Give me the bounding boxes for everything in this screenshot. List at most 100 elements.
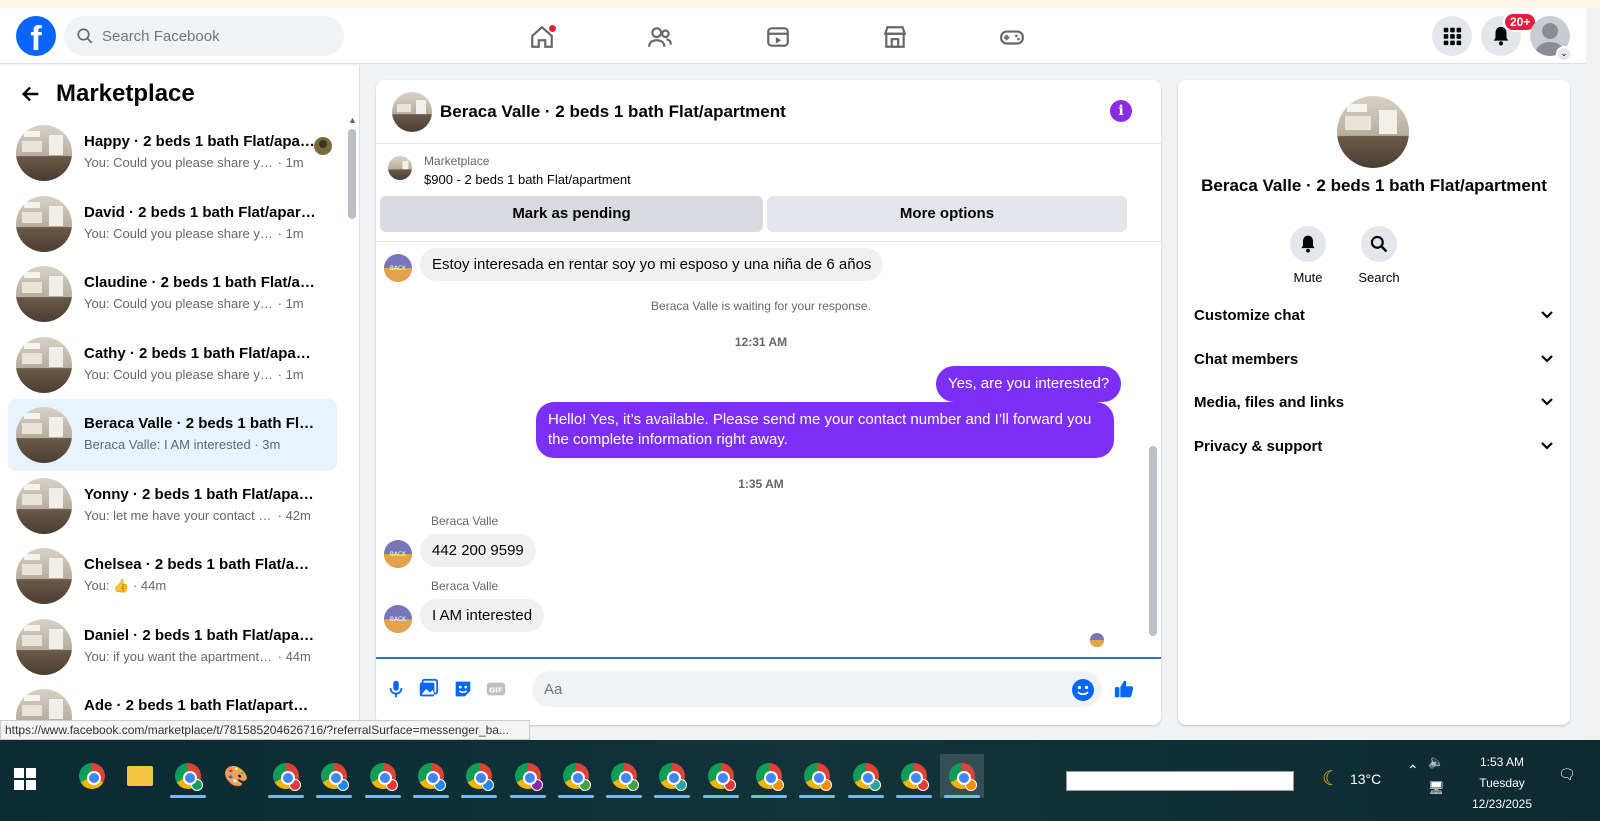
scrollbar-thumb[interactable] — [1149, 446, 1157, 636]
search-box[interactable] — [64, 16, 344, 56]
chrome-profile-taskbar-icon[interactable] — [409, 754, 453, 798]
chrome-profile-taskbar-icon[interactable] — [602, 754, 646, 798]
sticker-button[interactable] — [451, 677, 475, 701]
chrome-profile-taskbar-icon[interactable] — [312, 754, 356, 798]
notification-center-icon[interactable]: 🗨 — [1558, 766, 1576, 783]
message-scrollbar[interactable] — [1149, 246, 1157, 656]
conversation-item[interactable]: Happy · 2 beds 1 bath Flat/apartment You:… — [8, 117, 337, 189]
notifications-button[interactable]: 20+ — [1481, 12, 1538, 56]
listing-price[interactable]: $900 - 2 beds 1 bath Flat/apartment — [424, 172, 631, 187]
conversation-item[interactable]: Ade · 2 beds 1 bath Flat/apartmentYou: C… — [8, 681, 337, 725]
conversation-preview-line: You: 👍 · 44m — [84, 578, 166, 594]
message-incoming[interactable]: I AM interested — [420, 599, 545, 632]
microphone-button[interactable] — [384, 677, 408, 701]
more-options-button[interactable]: More options — [767, 196, 1127, 232]
sidebar-scrollbar[interactable]: ▲ — [348, 115, 357, 725]
chrome-profile-taskbar-icon[interactable] — [554, 754, 598, 798]
conversation-item[interactable]: Beraca Valle · 2 beds 1 bath Flat/apartm… — [8, 399, 337, 471]
chrome-taskbar-icon[interactable] — [70, 754, 114, 798]
conversation-preview: You: if you want the apartment le... — [84, 648, 274, 664]
chrome-profile-taskbar-icon[interactable] — [361, 754, 405, 798]
listing-thumbnail[interactable] — [388, 156, 412, 180]
weather-temperature: 13°C — [1349, 770, 1382, 787]
taskbar-clock[interactable]: 1:53 AM Tuesday 12/23/2025 — [1462, 752, 1542, 815]
menu-button[interactable] — [1432, 16, 1472, 56]
chrome-profile-taskbar-icon[interactable] — [166, 754, 210, 798]
details-section-row[interactable]: Privacy & support — [1194, 425, 1554, 469]
details-avatar[interactable] — [1337, 96, 1409, 168]
windows-start-icon[interactable] — [14, 768, 36, 790]
mark-as-pending-button[interactable]: Mark as pending — [380, 196, 763, 232]
running-indicator — [316, 795, 353, 798]
chrome-profile-taskbar-icon[interactable] — [892, 754, 936, 798]
chrome-profile-taskbar-icon[interactable] — [747, 754, 791, 798]
conversation-item[interactable]: Yonny · 2 beds 1 bath Flat/apartment You:… — [8, 470, 337, 542]
info-icon[interactable]: i — [1110, 100, 1132, 122]
facebook-logo[interactable]: f — [16, 16, 56, 58]
separator: · — [274, 296, 286, 311]
volume-icon[interactable]: 🔈 — [1428, 754, 1444, 770]
photo-button[interactable] — [416, 677, 440, 701]
conversation-item[interactable]: Claudine · 2 beds 1 bath Flat/apartment Y… — [8, 258, 337, 330]
conversation-thumbnail — [16, 266, 72, 322]
gif-button[interactable]: GIF — [484, 677, 508, 701]
conversation-item[interactable]: Cathy · 2 beds 1 bath Flat/apartment You:… — [8, 329, 337, 401]
weather-widget[interactable]: ☾ 13°C — [1322, 766, 1381, 791]
conversation-item[interactable]: Chelsea · 2 beds 1 bath Flat/apartment Yo… — [8, 540, 337, 612]
nav-gaming[interactable] — [997, 22, 1027, 52]
page-scrollbar[interactable] — [1586, 8, 1600, 740]
mute-button[interactable]: Mute — [1276, 226, 1340, 285]
message-outgoing[interactable]: Hello! Yes, it’s available. Please send … — [536, 402, 1114, 458]
network-icon[interactable]: 🖥 — [1428, 780, 1445, 796]
file-explorer-icon[interactable] — [118, 754, 162, 798]
chat-title[interactable]: Beraca Valle · 2 beds 1 bath Flat/apartm… — [440, 102, 786, 122]
sticker-icon — [455, 681, 471, 697]
chrome-profile-taskbar-icon[interactable] — [650, 754, 694, 798]
message-incoming[interactable]: Estoy interesada en rentar soy yo mi esp… — [420, 248, 884, 281]
separator: · — [250, 437, 263, 452]
scroll-up-arrow[interactable]: ▲ — [348, 115, 357, 125]
chrome-profile-taskbar-icon[interactable] — [699, 754, 743, 798]
chrome-profile-taskbar-icon[interactable] — [844, 754, 888, 798]
chevron-up-icon[interactable]: ⌃ — [1407, 762, 1419, 779]
chrome-icon — [659, 763, 688, 791]
chrome-profile-taskbar-icon[interactable] — [264, 754, 308, 798]
conversation-item[interactable]: Daniel · 2 beds 1 bath Flat/apartment You… — [8, 611, 337, 683]
nav-home[interactable] — [527, 22, 557, 52]
sender-avatar[interactable]: BACK — [384, 254, 412, 282]
details-section-row[interactable]: Media, files and links — [1194, 381, 1554, 425]
message-outgoing[interactable]: Yes, are you interested? — [936, 366, 1122, 402]
details-section-row[interactable]: Chat members — [1194, 338, 1554, 382]
chrome-icon — [756, 763, 784, 791]
profile-badge-icon — [772, 779, 784, 791]
search-in-chat-button[interactable]: Search — [1347, 226, 1411, 285]
conversation-title: Cathy · 2 beds 1 bath Flat/apartment — [84, 344, 316, 362]
timestamp: 1:35 AM — [738, 477, 784, 491]
chrome-profile-taskbar-icon[interactable] — [795, 754, 839, 798]
conversation-item[interactable]: David · 2 beds 1 bath Flat/apartment You:… — [8, 188, 337, 260]
sender-avatar[interactable]: BACK — [384, 540, 412, 568]
nav-friends[interactable] — [645, 22, 675, 52]
scrollbar-thumb[interactable] — [348, 129, 356, 219]
taskbar-search-box[interactable] — [1066, 771, 1294, 791]
conversation-details-panel: Beraca Valle · 2 beds 1 bath Flat/apartm… — [1178, 80, 1570, 725]
chrome-profile-taskbar-icon[interactable] — [457, 754, 501, 798]
sender-avatar[interactable]: BACK — [384, 605, 412, 633]
emoji-icon[interactable] — [1072, 679, 1094, 701]
running-indicator — [654, 795, 691, 798]
message-input[interactable] — [532, 671, 1102, 707]
search-input[interactable] — [102, 27, 322, 45]
nav-marketplace[interactable] — [880, 22, 910, 52]
chevron-down-icon[interactable]: ⌄ — [1556, 46, 1572, 62]
details-section-row[interactable]: Customize chat — [1194, 294, 1554, 338]
back-button[interactable] — [16, 79, 46, 109]
paint-taskbar-icon[interactable]: 🎨 — [214, 754, 258, 798]
chrome-profile-taskbar-icon[interactable] — [940, 754, 985, 798]
chat-avatar[interactable] — [392, 92, 432, 132]
profile-badge-icon — [675, 779, 688, 791]
chrome-profile-taskbar-icon[interactable] — [506, 754, 550, 798]
nav-video[interactable] — [763, 22, 793, 52]
message-incoming[interactable]: 442 200 9599 — [420, 534, 536, 567]
like-button[interactable] — [1112, 677, 1136, 701]
separator: · — [129, 578, 141, 593]
